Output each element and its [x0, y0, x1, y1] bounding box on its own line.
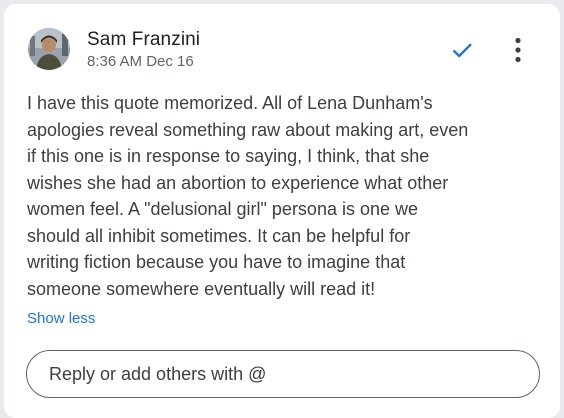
comment-card: Sam Franzini 8:36 AM Dec 16 I have this …: [4, 4, 560, 418]
avatar[interactable]: [28, 28, 70, 70]
reply-placeholder: Reply or add others with @: [49, 363, 267, 384]
comment-line: I have this quote memorized. All of Lena…: [27, 93, 433, 113]
comment-body: I have this quote memorized. All of Lena…: [27, 90, 532, 302]
comment-line: apologies reveal something raw about mak…: [27, 119, 469, 140]
comment-line: writing fiction because you have to imag…: [27, 252, 406, 272]
comment-line: if this one is in response to saying, I …: [27, 146, 430, 166]
avatar-photo: [28, 28, 70, 70]
comment-line: women feel. A "delusional girl" persona …: [27, 199, 419, 219]
checkmark-icon: [452, 43, 472, 58]
reply-input[interactable]: Reply or add others with @: [26, 350, 540, 398]
resolve-button[interactable]: [446, 34, 478, 66]
more-options-button[interactable]: [504, 32, 532, 68]
comment-line: should all inhibit sometimes. It can be …: [27, 225, 411, 246]
comment-author: Sam Franzini: [87, 29, 201, 50]
comment-line: someone somewhere eventually will read i…: [27, 278, 376, 299]
show-less-link[interactable]: Show less: [27, 310, 95, 327]
comment-timestamp: 8:36 AM Dec 16: [87, 53, 194, 70]
comment-line: wishes she had an abortion to experience…: [27, 172, 449, 193]
more-vert-icon: [515, 37, 521, 63]
